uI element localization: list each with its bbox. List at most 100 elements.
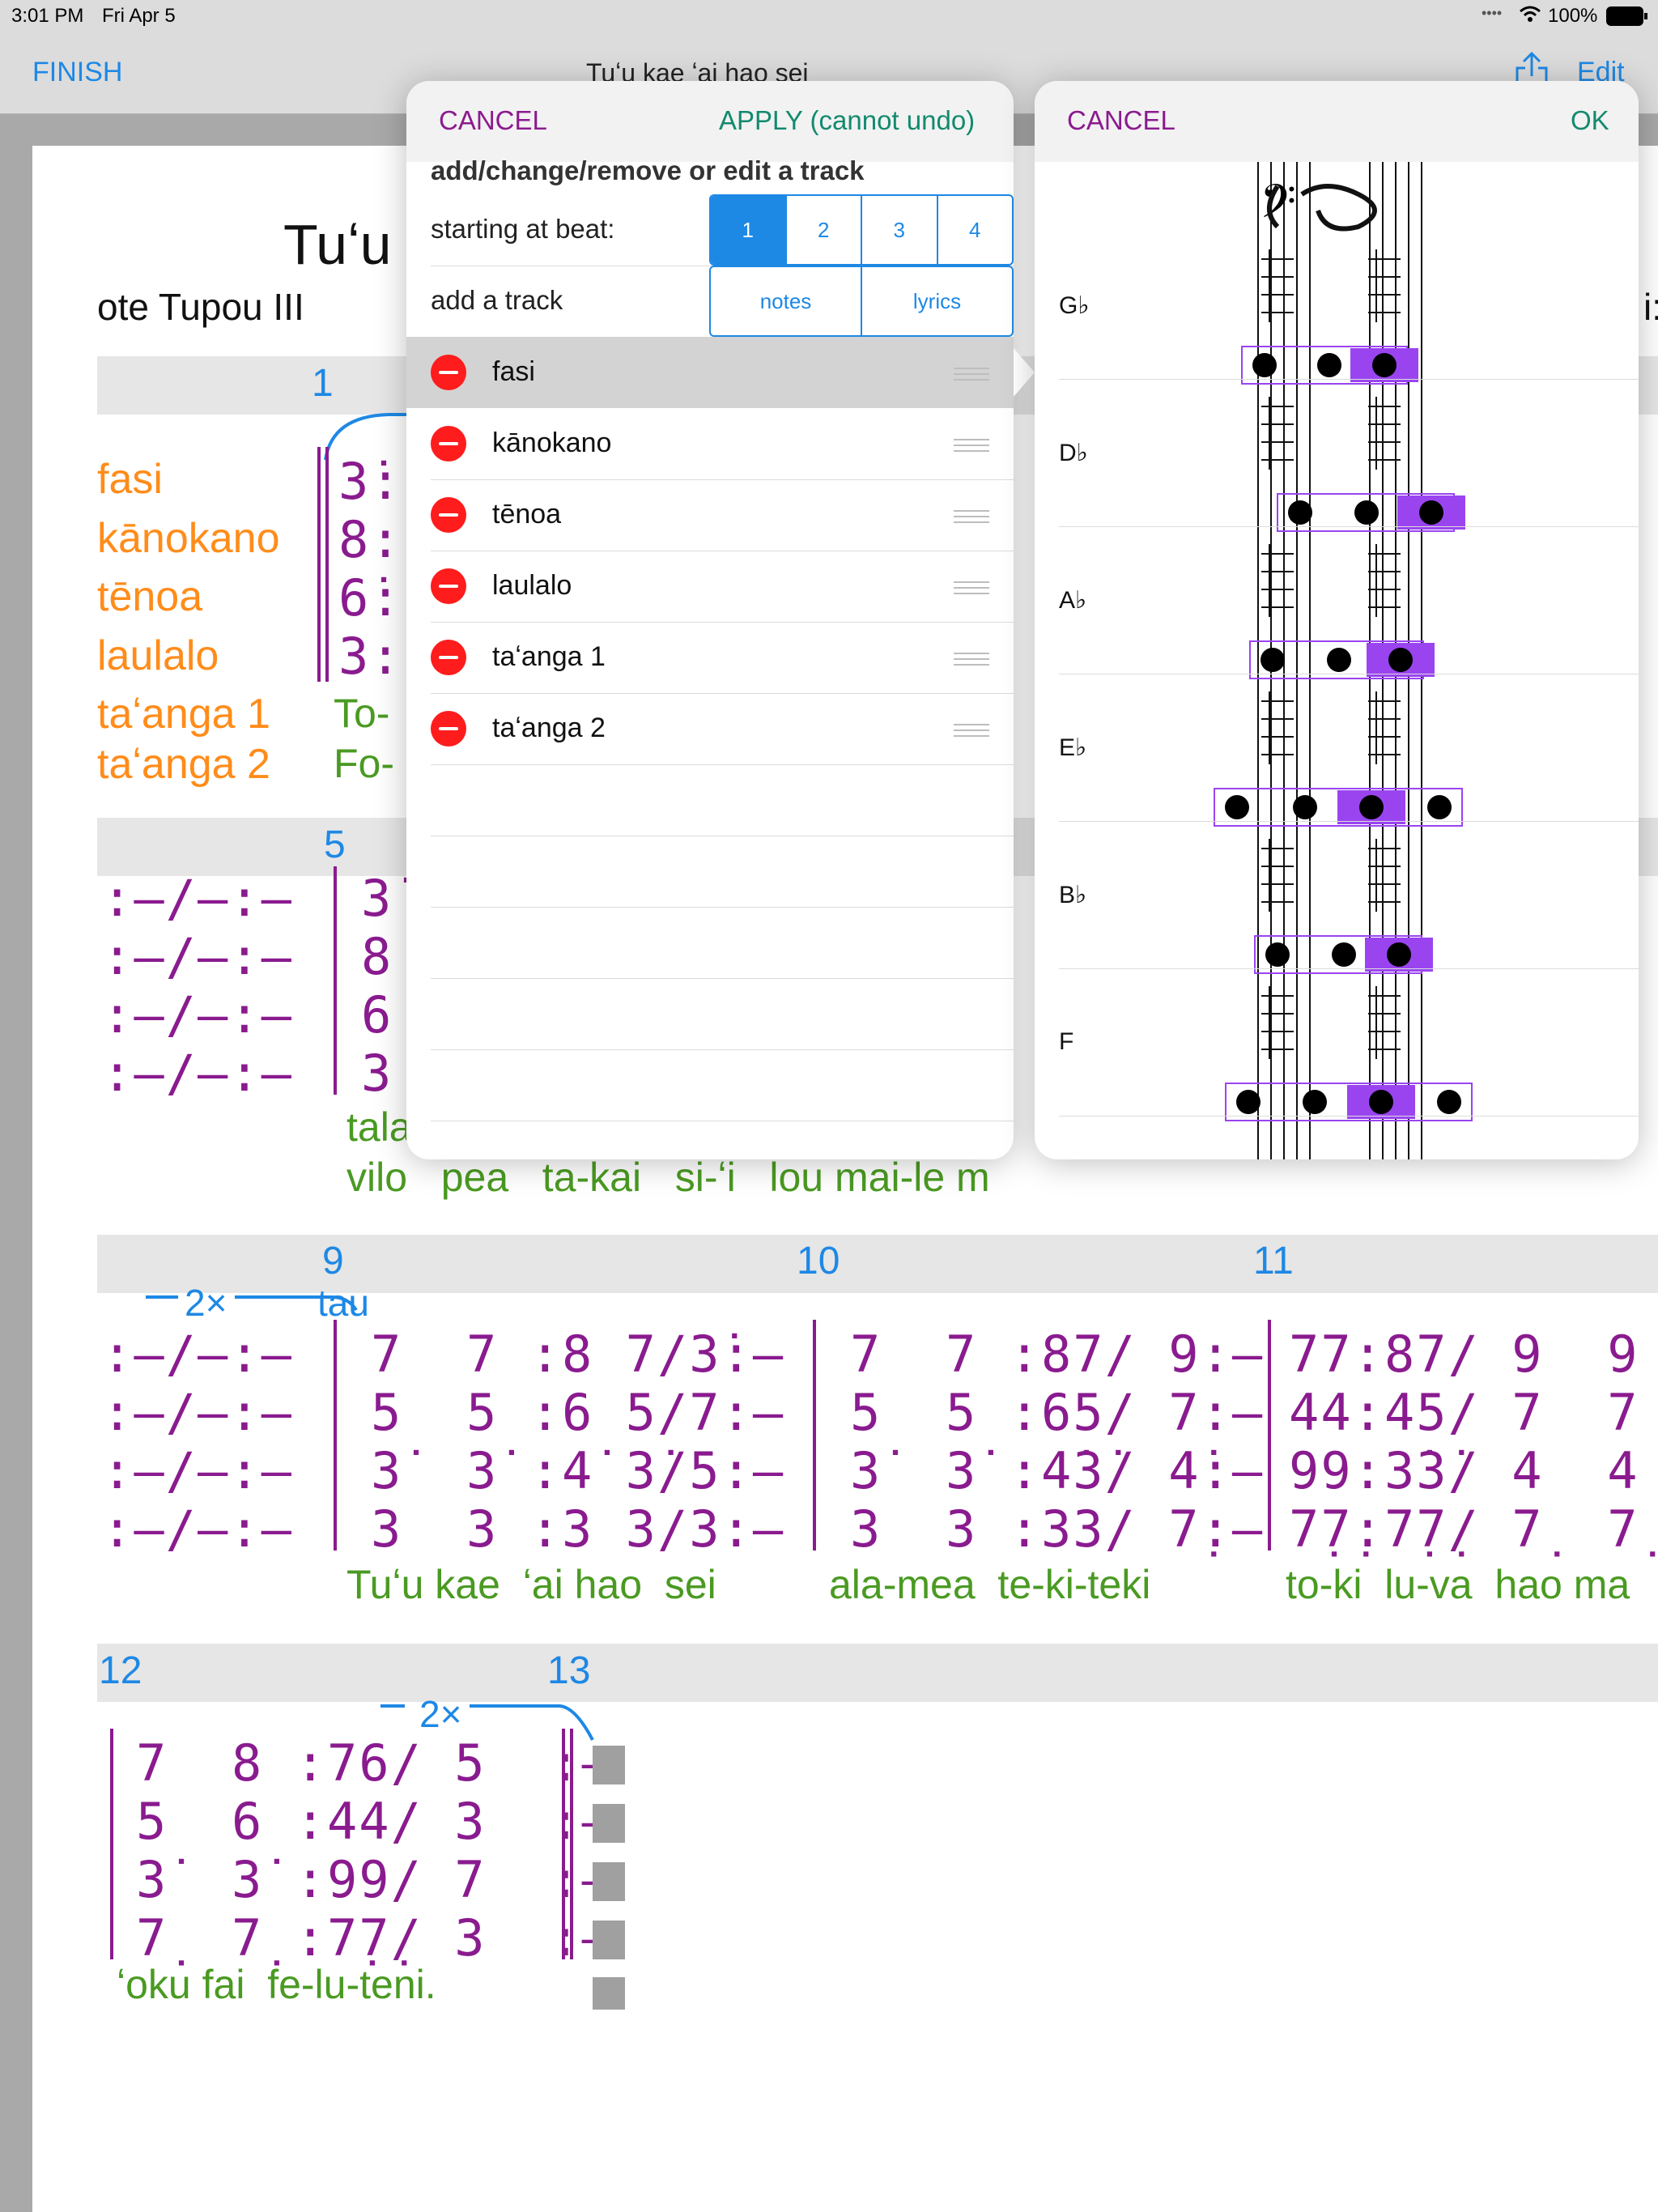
- key-label[interactable]: F: [1059, 1028, 1073, 1056]
- track-editor-popover: CANCEL APPLY (cannot undo) add/change/re…: [406, 81, 1014, 1159]
- barline: [813, 1320, 816, 1551]
- add-notes-option[interactable]: notes: [711, 267, 862, 335]
- reorder-icon[interactable]: [954, 368, 989, 385]
- track-row[interactable]: taʻanga 1: [431, 622, 1014, 694]
- reorder-icon[interactable]: [954, 439, 989, 456]
- barline: [110, 1729, 113, 1959]
- track-label: taʻanga 2: [97, 741, 270, 788]
- end-marker: [593, 1921, 625, 1959]
- note-cell: 7̣ 7̣ :7̣7̣/ 3 :–: [136, 1908, 614, 1967]
- lyric: to-ki lu-va hao ma: [1286, 1562, 1630, 1607]
- status-time: 3:01 PM: [11, 5, 84, 27]
- flag-mark: [1261, 303, 1294, 322]
- flag-mark: [1261, 397, 1294, 416]
- track-label: kānokano: [97, 515, 280, 562]
- note-dot: [1427, 795, 1452, 819]
- key-label[interactable]: D♭: [1059, 439, 1088, 467]
- track-row[interactable]: laulalo: [431, 551, 1014, 623]
- note-cell: 3̇ 3̇ :4̇3̇/ 4̇:–: [850, 1441, 1265, 1500]
- note-dot: [1437, 1090, 1461, 1114]
- measure-number: 9: [322, 1240, 344, 1283]
- header-partial: i:: [1643, 286, 1658, 328]
- delete-icon[interactable]: [431, 355, 466, 390]
- song-title: Tuʻu: [283, 213, 392, 276]
- flag-mark: [1261, 857, 1294, 876]
- key-label[interactable]: G♭: [1059, 291, 1090, 320]
- note-cell: :–/–:–: [102, 927, 293, 986]
- note-cell: 3̇: [361, 869, 393, 928]
- note-dot: [1225, 795, 1249, 819]
- finish-button[interactable]: FINISH: [32, 57, 122, 88]
- track-row[interactable]: taʻanga 2: [431, 693, 1014, 765]
- empty-row: [431, 836, 1014, 908]
- flag-mark: [1261, 598, 1294, 617]
- add-track-control[interactable]: notes lyrics: [709, 266, 1014, 337]
- barline: [334, 1320, 337, 1551]
- row-divider: [1059, 1116, 1639, 1117]
- flag-mark: [1261, 415, 1294, 434]
- beat-option[interactable]: 2: [787, 196, 862, 264]
- cancel-button[interactable]: CANCEL: [1067, 105, 1175, 136]
- composer: ote Tupou III: [97, 286, 304, 328]
- note-cell: :–/–:–: [102, 1499, 293, 1559]
- track-name: fasi: [492, 356, 535, 387]
- barline: [325, 447, 329, 682]
- note-cell: 8: [361, 927, 393, 986]
- flag-mark: [1261, 562, 1294, 581]
- note-dot: [1236, 1090, 1261, 1114]
- delete-icon[interactable]: [431, 497, 466, 533]
- reorder-icon[interactable]: [954, 724, 989, 741]
- beat-option[interactable]: 1: [711, 196, 787, 264]
- wifi-icon: [1519, 5, 1541, 28]
- lyric: Fo-: [334, 741, 394, 786]
- barline: [570, 1729, 573, 1959]
- key-label[interactable]: E♭: [1059, 734, 1086, 762]
- flag-mark: [1261, 450, 1294, 470]
- apply-button[interactable]: APPLY (cannot undo): [719, 105, 975, 136]
- key-label[interactable]: A♭: [1059, 586, 1086, 615]
- note-cell: 6: [361, 985, 393, 1044]
- key-label[interactable]: B♭: [1059, 881, 1086, 909]
- beat-segmented-control[interactable]: 1 2 3 4: [709, 194, 1014, 266]
- barline: [317, 447, 321, 682]
- lyric: tala: [346, 1104, 412, 1150]
- lyric: To-: [334, 691, 390, 736]
- reorder-icon[interactable]: [954, 581, 989, 598]
- barline: [1268, 1320, 1271, 1551]
- ok-button[interactable]: OK: [1571, 105, 1609, 136]
- flag-mark: [1261, 874, 1294, 894]
- cancel-button[interactable]: CANCEL: [439, 105, 547, 136]
- track-label: fasi: [97, 456, 163, 503]
- flag-mark: [1261, 249, 1294, 269]
- beat-option[interactable]: 3: [862, 196, 938, 264]
- beat-option[interactable]: 4: [938, 196, 1013, 264]
- key-staff[interactable]: 𝄢: [1035, 162, 1639, 1159]
- end-marker: [593, 1746, 625, 1784]
- track-row[interactable]: kānokano: [431, 408, 1014, 480]
- note-dot: [1327, 648, 1351, 672]
- delete-icon[interactable]: [431, 426, 466, 462]
- reorder-icon[interactable]: [954, 653, 989, 670]
- add-track-label: add a track: [431, 285, 563, 315]
- note-dot: [1303, 1090, 1327, 1114]
- note-cell: 7 7 :87/ 9:–: [850, 1325, 1265, 1384]
- reorder-icon[interactable]: [954, 510, 989, 527]
- flag-mark: [1261, 709, 1294, 729]
- row-divider: [1059, 526, 1639, 527]
- delete-icon[interactable]: [431, 711, 466, 747]
- add-lyrics-option[interactable]: lyrics: [862, 267, 1012, 335]
- empty-row: [431, 907, 1014, 979]
- delete-icon[interactable]: [431, 568, 466, 604]
- note-dot: [1288, 500, 1312, 525]
- measure-number: 12: [99, 1649, 142, 1692]
- empty-row: [431, 978, 1014, 1050]
- note-cell: 7 7 :8 7/3̇:–: [371, 1325, 785, 1384]
- track-row[interactable]: tēnoa: [431, 479, 1014, 551]
- note-cell: 5 5 :65/ 7:–: [850, 1383, 1265, 1442]
- measure-number: 10: [797, 1240, 840, 1283]
- note-dot: [1332, 942, 1356, 967]
- signal-icon: ••••: [1482, 5, 1503, 21]
- track-row[interactable]: fasi: [431, 337, 1014, 408]
- note-dot: [1372, 353, 1397, 377]
- delete-icon[interactable]: [431, 640, 466, 675]
